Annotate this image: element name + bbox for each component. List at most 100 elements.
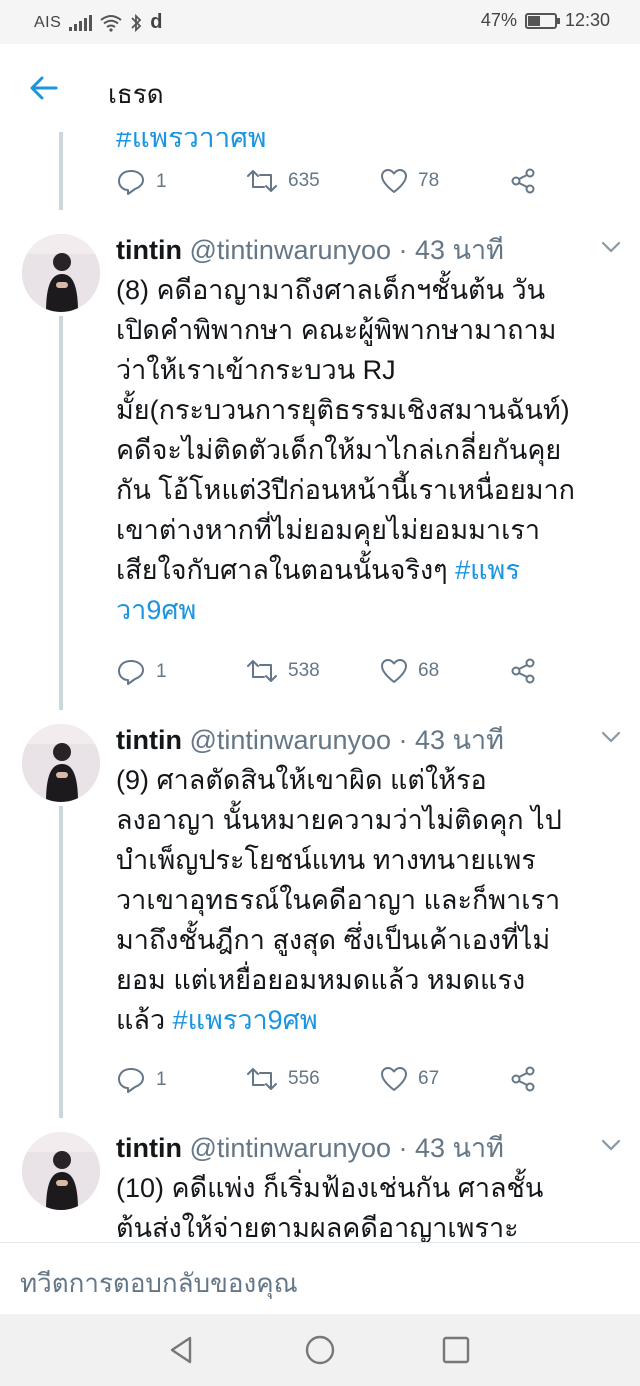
thread-header: เธรด: [0, 44, 640, 132]
retweet-count: 538: [288, 660, 320, 681]
carrier-label: AIS: [34, 13, 62, 31]
tweet-line: ว่าให้เราเข้ากระบวน RJ: [116, 355, 396, 385]
reply-count: 1: [156, 661, 167, 682]
tweet-actions: 1 538 68: [116, 658, 556, 692]
reply-count: 1: [156, 1069, 167, 1090]
reply-icon: [118, 660, 144, 685]
tweet-line: กัน โอ้โหแต่3ปีก่อนหน้านี้เราเหนื่อยมาก: [116, 475, 576, 505]
tweet-header: tintin @tintinwarunyoo · 43 นาที: [116, 228, 504, 271]
system-nav-bar: [0, 1314, 640, 1386]
signal-icon: [69, 14, 93, 31]
heart-icon: [381, 1067, 407, 1091]
retweet-icon: [247, 170, 277, 192]
chevron-down-icon[interactable]: [600, 1138, 622, 1152]
tweet[interactable]: tintin @tintinwarunyoo · 43 นาที (8) คดี…: [0, 234, 640, 704]
tweet-header: tintin @tintinwarunyoo · 43 นาที: [116, 1126, 504, 1169]
like-button[interactable]: 67: [380, 1066, 439, 1092]
like-count: 78: [418, 170, 440, 191]
tweet-line: มั้ย(กระบวนการยุติธรรมเชิงสมานฉันท์): [116, 395, 570, 425]
tweet-line: แล้ว #แพรวา9ศพ: [116, 1000, 616, 1040]
reply-button[interactable]: 1: [116, 168, 167, 196]
retweet-button[interactable]: 635: [246, 168, 320, 194]
tweet-line: (8) คดีอาญามาถึงศาลเด็กฯชั้นต้น วัน: [116, 275, 546, 305]
bluetooth-icon: [131, 13, 142, 32]
avatar[interactable]: [22, 1132, 100, 1210]
retweet-button[interactable]: 538: [246, 658, 320, 684]
arrow-left-icon[interactable]: [26, 70, 62, 106]
recents-square-icon[interactable]: [438, 1332, 474, 1368]
home-circle-icon[interactable]: [302, 1332, 338, 1368]
tweet-line: มาถึงชั้นฎีกา สูงสุด ซึ่งเป็นเค้าเองที่ไ…: [116, 925, 551, 955]
display-name[interactable]: tintin: [116, 1133, 182, 1163]
share-icon: [511, 1066, 535, 1092]
tweet-text: (9) ศาลตัดสินให้เขาผิด แต่ให้รอ ลงอาญา น…: [116, 760, 616, 1040]
reply-icon: [118, 170, 144, 195]
back-triangle-icon[interactable]: [164, 1332, 200, 1368]
tweet-actions: 1 635 78: [116, 168, 556, 202]
retweet-icon: [247, 660, 277, 682]
hashtag-link[interactable]: #แพร: [455, 555, 520, 585]
avatar[interactable]: [22, 724, 100, 802]
heart-icon: [381, 169, 407, 193]
share-button[interactable]: [510, 658, 536, 684]
wifi-icon: [100, 14, 122, 32]
display-name[interactable]: tintin: [116, 235, 182, 265]
user-handle[interactable]: @tintinwarunyoo: [190, 725, 392, 755]
tweet-actions: 1 556 67: [116, 1066, 556, 1100]
reply-icon: [118, 1068, 144, 1093]
tweet-time: · 43 นาที: [398, 725, 504, 755]
like-button[interactable]: 78: [380, 168, 439, 194]
tweet-time: · 43 นาที: [398, 235, 504, 265]
tweet-line: (9) ศาลตัดสินให้เขาผิด แต่ให้รอ: [116, 765, 487, 795]
status-bar: AIS d 47% 12:30: [0, 0, 640, 44]
chevron-down-icon[interactable]: [600, 730, 622, 744]
tweet-text: (10) คดีแพ่ง ก็เริ่มฟ้องเช่นกัน ศาลชั้น …: [116, 1168, 616, 1242]
chevron-down-icon[interactable]: [600, 240, 622, 254]
battery-percent: 47%: [480, 10, 517, 30]
retweet-button[interactable]: 556: [246, 1066, 320, 1092]
tweet-header: tintin @tintinwarunyoo · 43 นาที: [116, 718, 504, 761]
reply-input[interactable]: ทวีตการตอบกลับของคุณ: [20, 1263, 298, 1304]
thread-connector: [59, 132, 63, 210]
tweet-line-text: แล้ว: [116, 1005, 173, 1035]
hashtag-link[interactable]: #แพรวา9ศพ: [173, 1005, 318, 1035]
tweet-line: ยอม แต่เหยื่อยอมหมดแล้ว หมดแรง: [116, 965, 526, 995]
tweet-line: ลงอาญา นั้นหมายความว่าไม่ติดคุก ไป: [116, 805, 562, 835]
heart-icon: [381, 659, 407, 683]
reply-button[interactable]: 1: [116, 658, 167, 686]
clock: 12:30: [564, 10, 610, 30]
reply-button[interactable]: 1: [116, 1066, 167, 1094]
tweet-line-text: เสียใจกับศาลในตอนนั้นจริงๆ: [116, 555, 456, 585]
share-button[interactable]: [510, 1066, 536, 1092]
tweet-line: ต้นส่งให้จ่ายตามผลคดีอาญาเพราะ: [116, 1213, 519, 1242]
thread-connector: [59, 806, 63, 1118]
tweet-line: (10) คดีแพ่ง ก็เริ่มฟ้องเช่นกัน ศาลชั้น: [116, 1173, 544, 1203]
hashtag-link[interactable]: #แพรวาาศพ: [116, 132, 267, 160]
retweet-count: 556: [288, 1068, 320, 1089]
tweet-line: คดีจะไม่ติดตัวเด็กให้มาไกล่เกลี่ยกันคุย: [116, 435, 562, 465]
tweet-line: เขาต่างหากที่ไม่ยอมคุยไม่ยอมมาเรา: [116, 515, 540, 545]
share-button[interactable]: [510, 168, 536, 194]
display-name[interactable]: tintin: [116, 725, 182, 755]
user-handle[interactable]: @tintinwarunyoo: [190, 1133, 392, 1163]
reply-composer[interactable]: ทวีตการตอบกลับของคุณ: [0, 1242, 640, 1314]
tweet[interactable]: tintin @tintinwarunyoo · 43 นาที (10) คด…: [0, 1132, 640, 1242]
thread-content[interactable]: #แพรวาาศพ 1 635 78 tintin @tintinwarunyo…: [0, 132, 640, 1242]
share-icon: [511, 658, 535, 684]
tweet-line: เสียใจกับศาลในตอนนั้นจริงๆ #แพร: [116, 550, 616, 590]
share-icon: [511, 168, 535, 194]
tweet-line: บำเพ็ญประโยชน์แทน ทางทนายแพร: [116, 845, 536, 875]
like-count: 68: [418, 660, 440, 681]
tweet-line: วาเขาอุทธรณ์ในคดีอาญา และก็พาเรา: [116, 885, 561, 915]
like-button[interactable]: 68: [380, 658, 439, 684]
page-title: เธรด: [108, 79, 164, 109]
status-extra-glyph: d: [150, 11, 163, 33]
user-handle[interactable]: @tintinwarunyoo: [190, 235, 392, 265]
hashtag-link[interactable]: วา9ศพ: [116, 590, 616, 630]
tweet-line: เปิดคำพิพากษา คณะผู้พิพากษามาถาม: [116, 315, 557, 345]
reply-count: 1: [156, 171, 167, 192]
like-count: 67: [418, 1068, 440, 1089]
battery-icon: [524, 12, 560, 29]
avatar[interactable]: [22, 234, 100, 312]
tweet-time: · 43 นาที: [398, 1133, 504, 1163]
